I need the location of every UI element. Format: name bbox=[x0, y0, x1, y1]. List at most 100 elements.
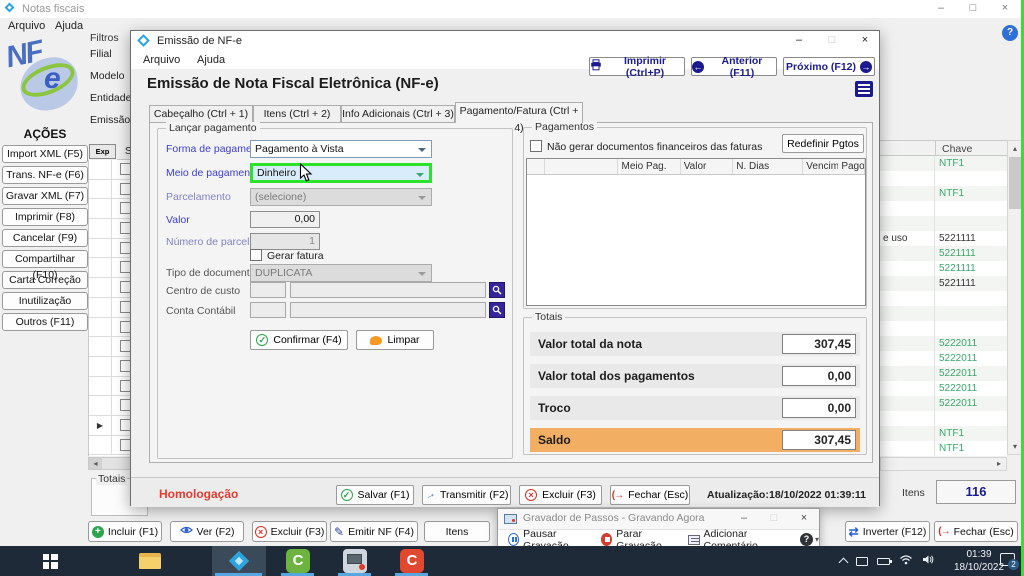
centro-custo-desc-input[interactable] bbox=[290, 282, 486, 298]
ver-button[interactable]: Ver (F2) bbox=[170, 521, 244, 542]
tray-chevron-icon[interactable] bbox=[839, 558, 849, 568]
nao-gerar-docs-checkbox[interactable] bbox=[530, 140, 542, 152]
meio-pagamento-select[interactable]: Dinheiro bbox=[250, 163, 432, 183]
recorder-close-button[interactable]: × bbox=[796, 511, 812, 527]
sidebar-action-button[interactable]: Compartilhar (F10) bbox=[2, 250, 88, 268]
main-menu-arquivo[interactable]: Arquivo bbox=[8, 20, 45, 32]
conta-contabil-search-button[interactable] bbox=[489, 302, 505, 318]
main-close-button[interactable]: × bbox=[997, 1, 1013, 17]
invoice-row[interactable]: 5222011 bbox=[880, 396, 1007, 411]
pagamentos-column-header[interactable] bbox=[527, 159, 545, 174]
sidebar-action-button[interactable]: Trans. NF-e (F6) bbox=[2, 166, 88, 184]
sidebar-action-button[interactable]: Outros (F11) bbox=[2, 313, 88, 331]
file-explorer-button[interactable] bbox=[125, 546, 175, 576]
tab-info-adicionais[interactable]: Info Adicionais (Ctrl + 3) bbox=[341, 105, 455, 123]
main-maximize-button[interactable]: □ bbox=[965, 1, 981, 17]
recorder-help-button[interactable]: ? ▾ bbox=[800, 533, 819, 546]
confirmar-button[interactable]: ✓ Confirmar (F4) bbox=[250, 330, 348, 350]
proximo-button[interactable]: Próximo (F12) → bbox=[783, 57, 875, 76]
invoice-row[interactable]: 5222011 bbox=[880, 381, 1007, 396]
main-menu-ajuda[interactable]: Ajuda bbox=[55, 20, 83, 32]
invoice-row[interactable] bbox=[880, 216, 1007, 231]
dialog-menu-ajuda[interactable]: Ajuda bbox=[197, 54, 225, 66]
redefinir-pgtos-button[interactable]: Redefinir Pgtos bbox=[782, 134, 864, 153]
sidebar-action-button[interactable]: Inutilização bbox=[2, 292, 88, 310]
main-minimize-button[interactable]: – bbox=[933, 1, 949, 17]
tab-cabecalho[interactable]: Cabeçalho (Ctrl + 1) bbox=[149, 105, 253, 123]
invoice-row[interactable]: 5221111 bbox=[880, 276, 1007, 291]
invoice-row[interactable]: 5221111 bbox=[880, 246, 1007, 261]
transmitir-button[interactable]: → Transmitir (F2) bbox=[422, 485, 511, 505]
sidebar-action-button[interactable]: Imprimir (F8) bbox=[2, 208, 88, 226]
pagamentos-column-header[interactable] bbox=[545, 159, 619, 174]
invoice-row[interactable] bbox=[880, 201, 1007, 216]
invoice-row[interactable]: 5222011 bbox=[880, 336, 1007, 351]
excluir-dialog-button[interactable]: × Excluir (F3) bbox=[519, 485, 602, 505]
invoice-row[interactable]: NTF1 bbox=[880, 156, 1007, 171]
inverter-button[interactable]: ⇄ Inverter (F12) bbox=[845, 521, 930, 542]
invoice-row[interactable]: NTF1 bbox=[880, 441, 1007, 456]
red-app-taskbar-button[interactable]: C bbox=[392, 546, 432, 576]
conta-contabil-desc-input[interactable] bbox=[290, 302, 486, 318]
help-button[interactable]: ? bbox=[1002, 25, 1018, 41]
tab-pagamento-fatura[interactable]: Pagamento/Fatura (Ctrl + 4) bbox=[455, 102, 583, 123]
sidebar-action-button[interactable]: Gravar XML (F7) bbox=[2, 187, 88, 205]
tab-itens[interactable]: Itens (Ctrl + 2) bbox=[253, 105, 341, 123]
notification-center-icon[interactable]: 2 bbox=[1000, 553, 1015, 566]
dialog-close-button[interactable]: × bbox=[857, 33, 873, 49]
forma-pagamento-select[interactable]: Pagamento à Vista bbox=[250, 140, 432, 158]
scrollbar-thumb[interactable] bbox=[1009, 157, 1021, 209]
nfe-app-taskbar-button[interactable] bbox=[212, 546, 266, 576]
chave-column-header[interactable]: Chave bbox=[942, 143, 972, 155]
incluir-button[interactable]: + Incluir (F1) bbox=[88, 521, 162, 542]
fechar-dialog-button[interactable]: (→ Fechar (Esc) bbox=[610, 485, 690, 505]
pagamentos-column-header[interactable]: Meio Pag. bbox=[618, 159, 680, 174]
speaker-icon[interactable] bbox=[922, 554, 935, 568]
invoice-row[interactable] bbox=[880, 291, 1007, 306]
steps-recorder-taskbar-button[interactable] bbox=[335, 546, 375, 576]
scroll-down-icon[interactable]: ▾ bbox=[1008, 439, 1022, 454]
gerar-fatura-checkbox[interactable] bbox=[250, 249, 262, 261]
sidebar-action-button[interactable]: Cancelar (F9) bbox=[2, 229, 88, 247]
list-horizontal-scrollbar[interactable]: ▸ bbox=[880, 457, 1007, 471]
pagamentos-column-header[interactable]: Pago bbox=[838, 159, 865, 174]
pagamentos-column-header[interactable]: Vencimento bbox=[803, 159, 838, 174]
imprimir-button[interactable]: Imprimir (Ctrl+P) bbox=[589, 57, 685, 76]
invoice-row[interactable]: 5222011 bbox=[880, 351, 1007, 366]
invoice-row[interactable]: e uso 5221111 bbox=[880, 231, 1007, 246]
wifi-icon[interactable] bbox=[899, 554, 913, 568]
invoice-row[interactable]: NTF1 bbox=[880, 186, 1007, 201]
start-button[interactable] bbox=[30, 546, 70, 576]
emitir-nf-button[interactable]: ✎ Emitir NF (F4) bbox=[330, 521, 418, 542]
invoice-row[interactable] bbox=[880, 321, 1007, 336]
invoice-row[interactable] bbox=[880, 411, 1007, 426]
camtasia-taskbar-button[interactable]: C bbox=[278, 546, 318, 576]
dialog-menu-arquivo[interactable]: Arquivo bbox=[143, 54, 180, 66]
fechar-button[interactable]: (→ Fechar (Esc) bbox=[934, 521, 1018, 542]
valor-input[interactable]: 0,00 bbox=[250, 211, 320, 228]
pagamentos-column-header[interactable]: N. Dias bbox=[733, 159, 803, 174]
invoice-row[interactable]: 5221111 bbox=[880, 261, 1007, 276]
scroll-up-icon[interactable]: ▴ bbox=[1008, 141, 1022, 156]
scroll-right-icon[interactable]: ▸ bbox=[992, 458, 1006, 470]
invoice-row[interactable]: 5222011 bbox=[880, 366, 1007, 381]
recorder-minimize-button[interactable]: – bbox=[736, 511, 752, 527]
invoice-row[interactable]: NTF1 bbox=[880, 426, 1007, 441]
sidebar-action-button[interactable]: Carta Correção bbox=[2, 271, 88, 289]
salvar-button[interactable]: ✓ Salvar (F1) bbox=[336, 485, 414, 505]
grid-exp-header-button[interactable]: Exp bbox=[89, 144, 116, 159]
anterior-button[interactable]: ← Anterior (F11) bbox=[691, 57, 777, 76]
invoice-row[interactable] bbox=[880, 306, 1007, 321]
invoice-row[interactable] bbox=[880, 171, 1007, 186]
scroll-left-icon[interactable]: ◂ bbox=[89, 458, 102, 469]
pagamentos-column-header[interactable]: Valor bbox=[681, 159, 734, 174]
archive-icon[interactable] bbox=[855, 81, 873, 97]
battery-icon[interactable] bbox=[877, 558, 890, 565]
display-tray-icon[interactable] bbox=[856, 557, 868, 566]
excluir-button[interactable]: × Excluir (F3) bbox=[252, 521, 327, 542]
centro-custo-code-input[interactable] bbox=[250, 282, 286, 298]
sidebar-action-button[interactable]: Import XML (F5) bbox=[2, 145, 88, 163]
limpar-button[interactable]: Limpar bbox=[356, 330, 434, 350]
centro-custo-search-button[interactable] bbox=[489, 282, 505, 298]
conta-contabil-code-input[interactable] bbox=[250, 302, 286, 318]
